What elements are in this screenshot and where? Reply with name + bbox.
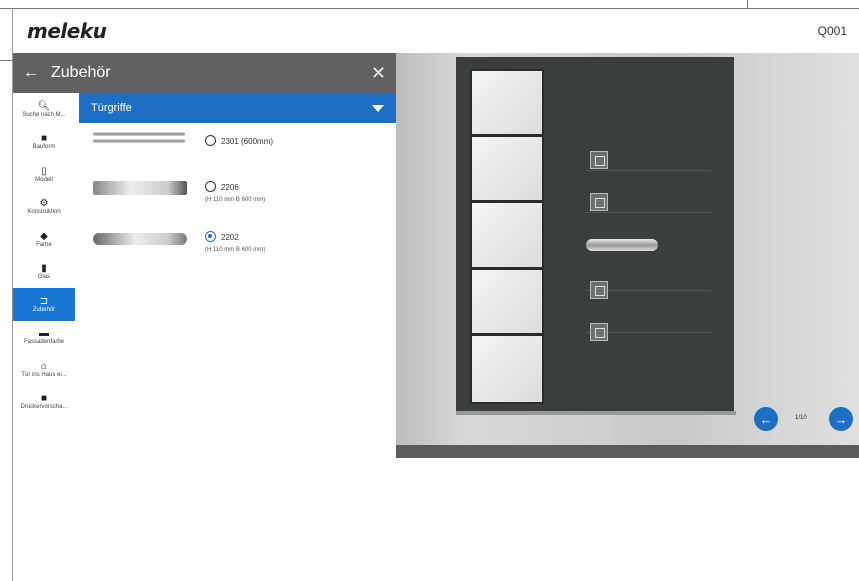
option-dimensions: (H 110 mm B 600 mm) [205,197,266,203]
briefcase-icon: ■ [40,393,48,405]
glass-pane [472,71,542,138]
option-dimensions: (H 110 mm B 600 mm) [205,247,266,253]
side-glass [470,69,544,404]
radio-button[interactable] [205,231,216,242]
option-label: 2301 (600mm) [221,137,274,146]
handle-preview [93,139,185,143]
sidebar-item-haus[interactable]: ⌂ Tür ins Haus ei... [13,353,75,386]
door-handle [586,239,658,251]
door-insert [590,151,608,169]
sidebar-item-bauform[interactable]: ■ Bauform [13,126,75,159]
sidebar-item-label: Zubehör [32,306,56,313]
sidebar-item-label: Konstruktion [27,209,61,216]
sidebar-item-glas[interactable]: ▮ Glas [13,256,75,289]
app-header: meleku Q001 [13,9,859,53]
empty-area [13,458,859,581]
panel-header: ← Zubehör ✕ [13,53,396,93]
panel-color-icon: ▬ [39,328,49,340]
floor [396,445,859,458]
glass-pane [472,137,542,204]
option-label: 2202 [221,233,239,242]
handle-preview [93,181,187,195]
handle-icon: ⊐ [39,295,49,307]
glass-pane [472,203,542,270]
door-insert [590,193,608,211]
sidebar-item-label: Glas [37,274,51,281]
sidebar-item-konstruktion[interactable]: ⚙ Konstruktion [13,191,75,224]
sidebar-item-fassadenfarbe[interactable]: ▬ Fassadenfarbe [13,321,75,354]
door-model-icon: ▯ [41,165,47,177]
door-insert [590,323,608,341]
brand-logo[interactable]: meleku [27,19,107,43]
accessory-content: Türgriffe 2301 (600mm) 2206 (H 110 mm B … [79,93,396,273]
door-threshold [456,411,736,415]
frame-line [0,60,12,61]
sidebar-item-label: Bauform [32,144,56,151]
sidebar-item-zubehoer[interactable]: ⊐ Zubehör [13,288,75,321]
house-icon: ⌂ [40,360,48,372]
sidebar-item-label: Modell [35,176,53,183]
paint-bucket-icon: ◆ [40,230,48,242]
panel-title: Zubehör [51,64,111,81]
configuration-code: Q001 [817,24,847,38]
next-button[interactable]: → [829,407,853,431]
handle-preview [93,132,185,136]
handle-preview [93,233,187,245]
glass-icon: ▮ [41,263,47,275]
glass-pane [472,335,542,402]
page-indicator: 1/10 [795,415,807,421]
configurator-panel: ← Zubehör ✕ 🔍︎ Suche nach M... ■ Bauform… [13,53,396,458]
sidebar-item-druckervorschau[interactable]: ■ Druckervorscha... [13,386,75,419]
search-icon: 🔍︎ [37,100,51,112]
door-image [456,57,734,412]
sidebar-item-label: Suche nach M... [22,111,66,118]
previous-button[interactable]: ← [754,407,778,431]
sidebar-item-label: Druckervorscha... [20,404,68,411]
sidebar-item-modell[interactable]: ▯ Modell [13,158,75,191]
gear-icon: ⚙ [39,198,49,210]
sidebar: 🔍︎ Suche nach M... ■ Bauform ▯ Modell ⚙ … [13,93,75,458]
door-insert [590,281,608,299]
arrow-left-icon[interactable]: ← [23,64,39,82]
arrow-right-icon: → [834,411,848,427]
close-icon[interactable]: ✕ [371,63,386,84]
option-label: 2206 [221,183,239,192]
chevron-down-icon [372,104,384,112]
radio-button[interactable] [205,181,216,192]
sidebar-item-farbe[interactable]: ◆ Farbe [13,223,75,256]
handle-option[interactable]: 2206 (H 110 mm B 600 mm) [79,173,396,223]
frame-line [747,0,748,8]
sidebar-item-label: Fassadenfarbe [23,339,65,346]
dropdown-label: Türgriffe [91,102,132,114]
handle-option[interactable]: 2202 (H 110 mm B 600 mm) [79,223,396,273]
radio-button[interactable] [205,135,216,146]
category-dropdown[interactable]: Türgriffe [79,93,396,123]
handle-option[interactable]: 2301 (600mm) [79,123,396,173]
arrow-left-icon: ← [759,411,773,427]
glass-pane [472,269,542,336]
sidebar-item-label: Farbe [36,241,52,248]
sidebar-item-label: Tür ins Haus ei... [21,371,67,378]
door-groove [586,170,711,171]
door-preview: ← 1/10 → [396,53,859,458]
door-groove [586,212,711,213]
sidebar-item-search[interactable]: 🔍︎ Suche nach M... [13,93,75,126]
door-style-icon: ■ [40,133,48,145]
